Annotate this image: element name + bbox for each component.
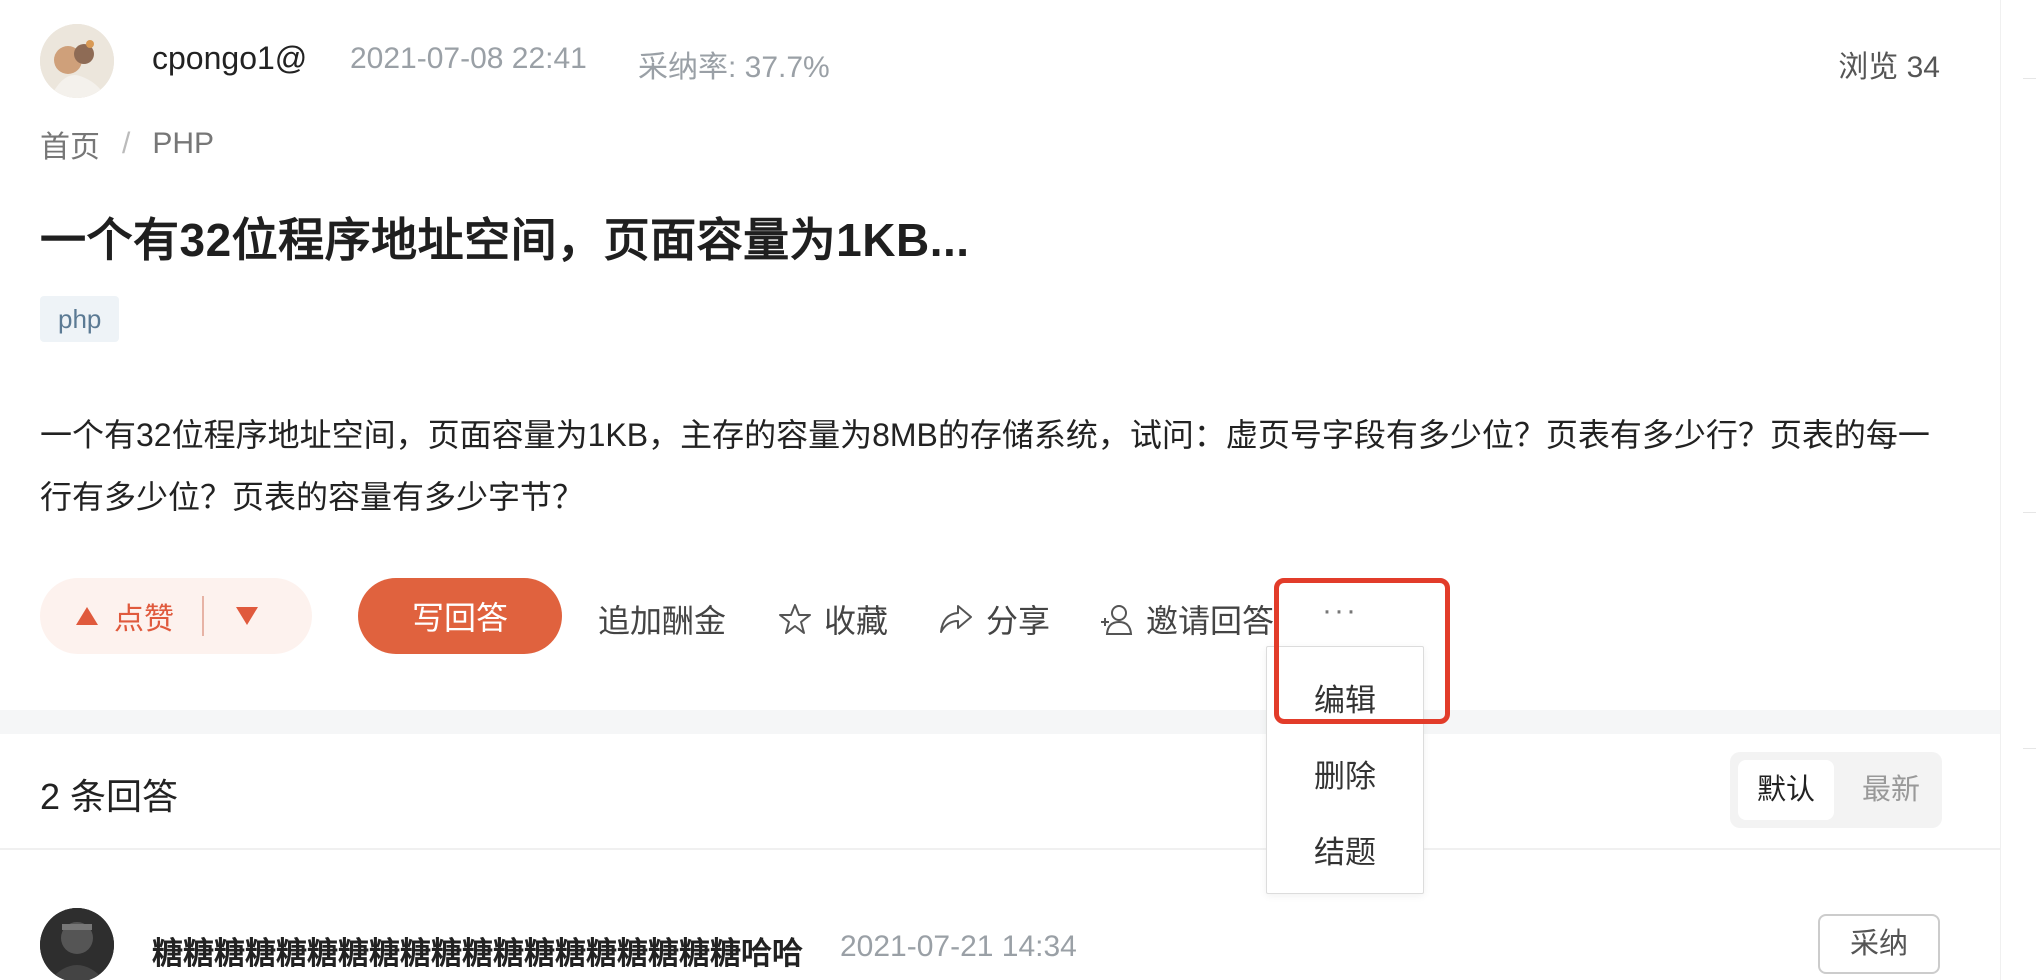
divider [0, 848, 2000, 850]
sort-toggle: 默认 最新 [1730, 752, 1942, 828]
question-body: 一个有32位程序地址空间，页面容量为1KB，主存的容量为8MB的存储系统，试问：… [40, 417, 1930, 515]
answers-count: 2 条回答 [40, 776, 179, 817]
add-bounty-label: 追加酬金 [598, 603, 727, 639]
star-icon [779, 604, 811, 634]
share-button[interactable]: 分享 [938, 596, 1050, 642]
more-options-menu: 编辑 删除 结题 [1266, 646, 1424, 894]
like-label: 点赞 [114, 603, 174, 636]
question-title: 一个有32位程序地址空间，页面容量为1KB... [40, 214, 970, 266]
post-date: 2021-07-08 22:41 [350, 42, 587, 75]
share-label: 分享 [986, 603, 1051, 639]
answer-author-avatar[interactable] [40, 908, 114, 980]
breadcrumb-home[interactable]: 首页 [40, 122, 100, 166]
triangle-up-icon [76, 607, 98, 625]
acceptance-rate: 采纳率: 37.7% [638, 51, 830, 84]
view-count: 浏览 34 [1838, 51, 1940, 84]
sort-default[interactable]: 默认 [1738, 760, 1834, 820]
edge-mark [2023, 512, 2036, 513]
favorite-label: 收藏 [824, 603, 889, 639]
breadcrumb-php[interactable]: PHP [152, 127, 214, 161]
section-divider [0, 710, 2000, 734]
vote-divider [202, 596, 204, 636]
triangle-down-icon [236, 607, 258, 625]
edge-mark [2023, 748, 2036, 749]
favorite-button[interactable]: 收藏 [778, 596, 888, 642]
invite-answer-button[interactable]: 邀请回答 [1098, 596, 1274, 642]
downvote-button[interactable] [234, 605, 260, 627]
author-name[interactable]: cpongo1@ [152, 40, 307, 77]
menu-item-close-question[interactable]: 结题 [1267, 827, 1423, 872]
answer-author-name[interactable]: 糖糖糖糖糖糖糖糖糖糖糖糖糖糖糖糖糖糖糖哈哈 [152, 928, 803, 973]
menu-item-delete[interactable]: 删除 [1267, 751, 1423, 796]
accept-answer-button[interactable]: 采纳 [1818, 914, 1940, 974]
sort-latest[interactable]: 最新 [1848, 760, 1934, 820]
question-page: cpongo1@ 2021-07-08 22:41 采纳率: 37.7% 浏览 … [0, 0, 2000, 980]
menu-item-edit[interactable]: 编辑 [1267, 675, 1423, 720]
edge-mark [2023, 78, 2036, 79]
more-options-button[interactable]: ··· [1322, 594, 1358, 628]
right-scroll-edge [2000, 0, 2036, 980]
invite-answer-label: 邀请回答 [1146, 603, 1275, 639]
add-user-icon [1101, 605, 1133, 635]
answer-date: 2021-07-21 14:34 [840, 930, 1077, 963]
tag-php[interactable]: php [40, 296, 120, 342]
like-button[interactable]: 点赞 [40, 594, 174, 638]
add-bounty-button[interactable]: 追加酬金 [598, 596, 726, 642]
author-avatar[interactable] [40, 24, 114, 98]
breadcrumb-separator: / [122, 127, 131, 160]
breadcrumb: 首页 / PHP [40, 122, 214, 166]
vote-control: 点赞 [40, 578, 312, 654]
write-answer-button[interactable]: 写回答 [358, 578, 562, 654]
share-icon [940, 605, 972, 633]
